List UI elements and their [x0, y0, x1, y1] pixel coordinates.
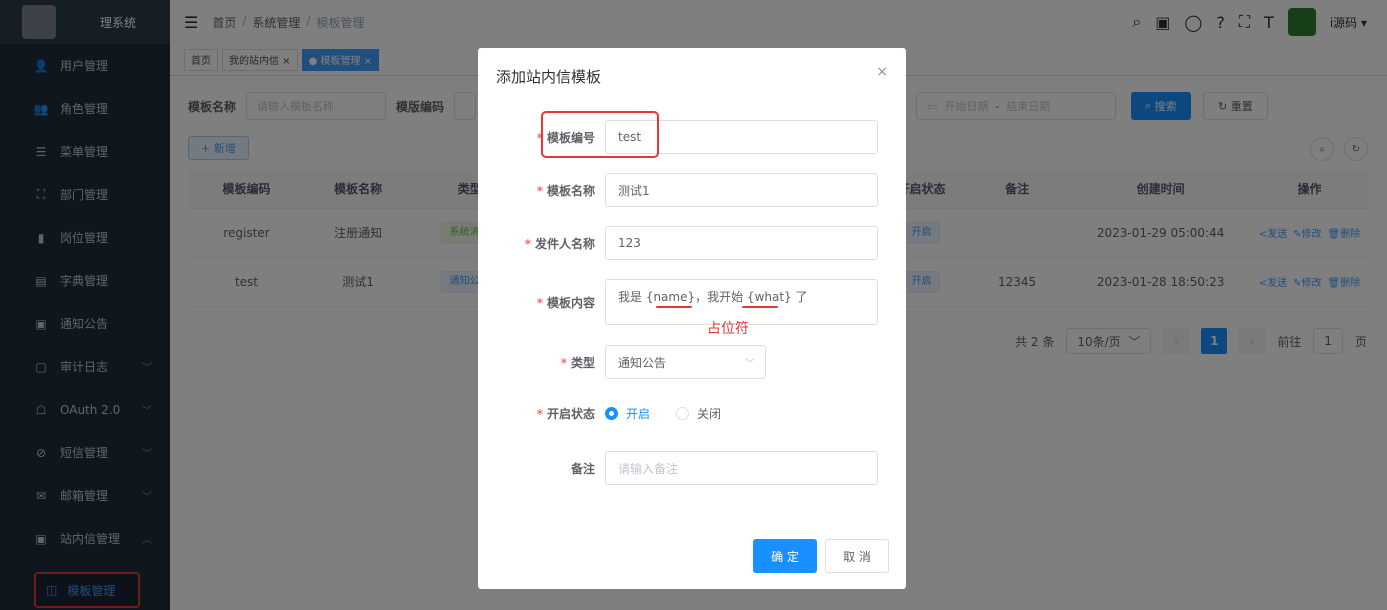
form-row-name: * 模板名称 测试1: [478, 173, 906, 207]
dialog-title: 添加站内信模板: [496, 68, 602, 86]
nickname-input[interactable]: 123: [605, 226, 878, 260]
nickname-field-label: * 发件人名称: [524, 236, 595, 251]
form-row-type: * 类型 通知公告 ﹀: [478, 345, 906, 379]
radio-checked-icon: [605, 407, 618, 420]
name-input[interactable]: 测试1: [605, 173, 878, 207]
placeholder-annotation: 占位符: [707, 321, 749, 337]
name-field-label: * 模板名称: [536, 183, 595, 198]
status-radio-on[interactable]: 开启: [605, 405, 650, 422]
radio-unchecked-icon: [676, 407, 690, 420]
type-field-label: * 类型: [560, 355, 595, 370]
highlight-box: [541, 111, 659, 158]
chevron-down-icon: ﹀: [745, 358, 755, 370]
remark-input[interactable]: 请输入备注: [605, 451, 878, 485]
type-select[interactable]: 通知公告 ﹀: [605, 345, 766, 379]
form-row-content: * 模板内容 我是 {name}，我开始 {what} 了: [478, 279, 906, 325]
form-row-status: * 开启状态 开启 关闭: [478, 405, 906, 422]
underline-mark: [656, 306, 692, 308]
cancel-button[interactable]: 取 消: [825, 539, 889, 573]
confirm-button[interactable]: 确 定: [753, 539, 817, 573]
content-field-label: * 模板内容: [536, 295, 595, 310]
underline-mark: [742, 306, 778, 308]
status-radio-off[interactable]: 关闭: [676, 405, 721, 422]
remark-field-label: 备注: [570, 461, 595, 476]
form-row-nickname: * 发件人名称 123: [478, 226, 906, 260]
status-field-label: * 开启状态: [536, 407, 595, 421]
close-icon[interactable]: ×: [876, 64, 888, 80]
form-row-remark: 备注 请输入备注: [478, 451, 906, 485]
